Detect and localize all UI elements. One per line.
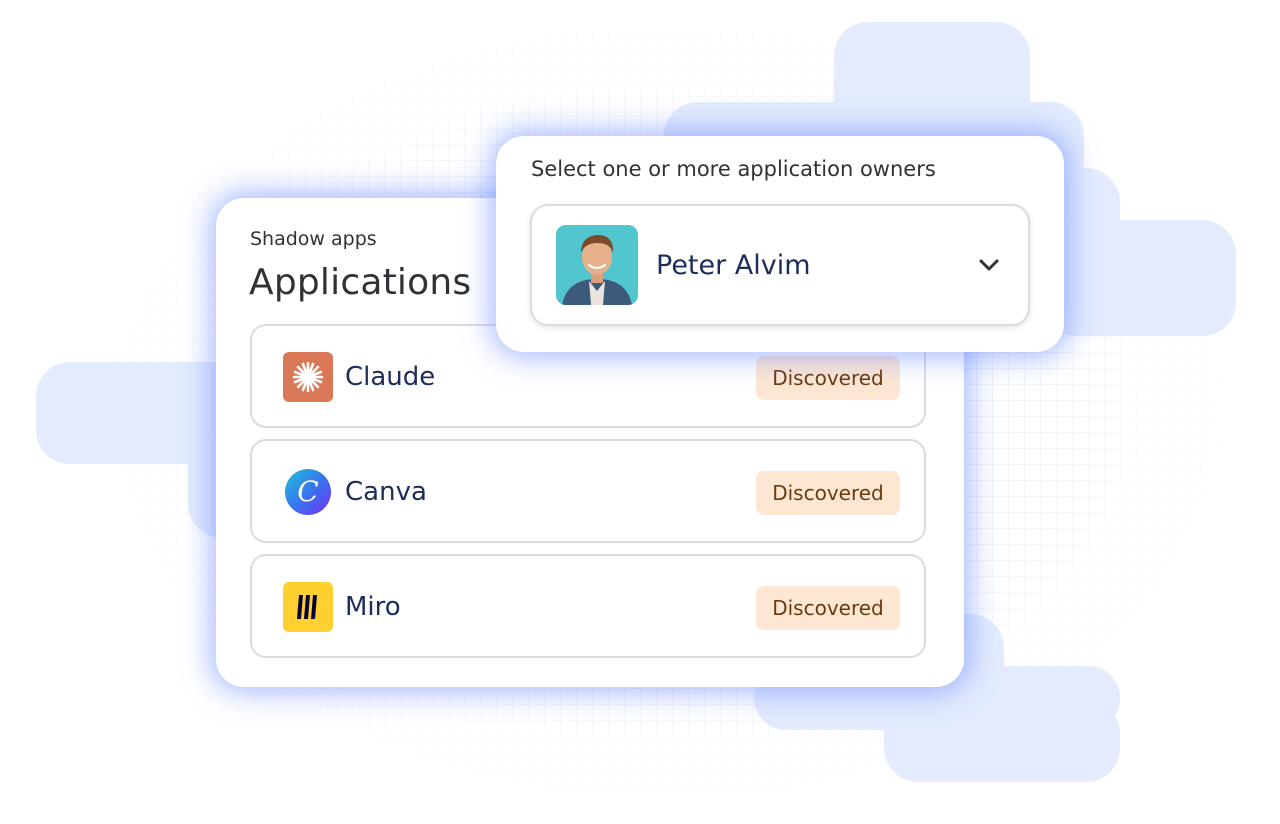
selected-owner-name: Peter Alvim <box>656 250 811 281</box>
background-blob <box>884 700 1120 782</box>
app-name: Miro <box>345 592 401 622</box>
status-badge: Discovered <box>756 356 900 400</box>
app-name: Canva <box>345 477 427 507</box>
section-subtitle: Shadow apps <box>250 228 377 250</box>
owners-field-label: Select one or more application owners <box>531 157 936 181</box>
status-badge: Discovered <box>756 586 900 630</box>
chevron-down-icon[interactable] <box>976 252 1002 278</box>
miro-logo-icon <box>283 582 333 632</box>
canva-logo-icon: C <box>283 467 333 517</box>
claude-logo-icon <box>283 352 333 402</box>
owners-selector-card: Select one or more application owners Pe… <box>496 136 1064 352</box>
background-blob <box>1040 220 1236 336</box>
avatar <box>556 225 638 305</box>
owner-select-dropdown[interactable]: Peter Alvim <box>530 204 1030 326</box>
status-badge: Discovered <box>756 471 900 515</box>
app-name: Claude <box>345 362 436 392</box>
app-row-miro[interactable]: Miro Discovered <box>250 554 926 658</box>
app-row-canva[interactable]: C Canva Discovered <box>250 439 926 543</box>
svg-text:C: C <box>297 475 318 508</box>
page-title: Applications <box>249 262 472 303</box>
